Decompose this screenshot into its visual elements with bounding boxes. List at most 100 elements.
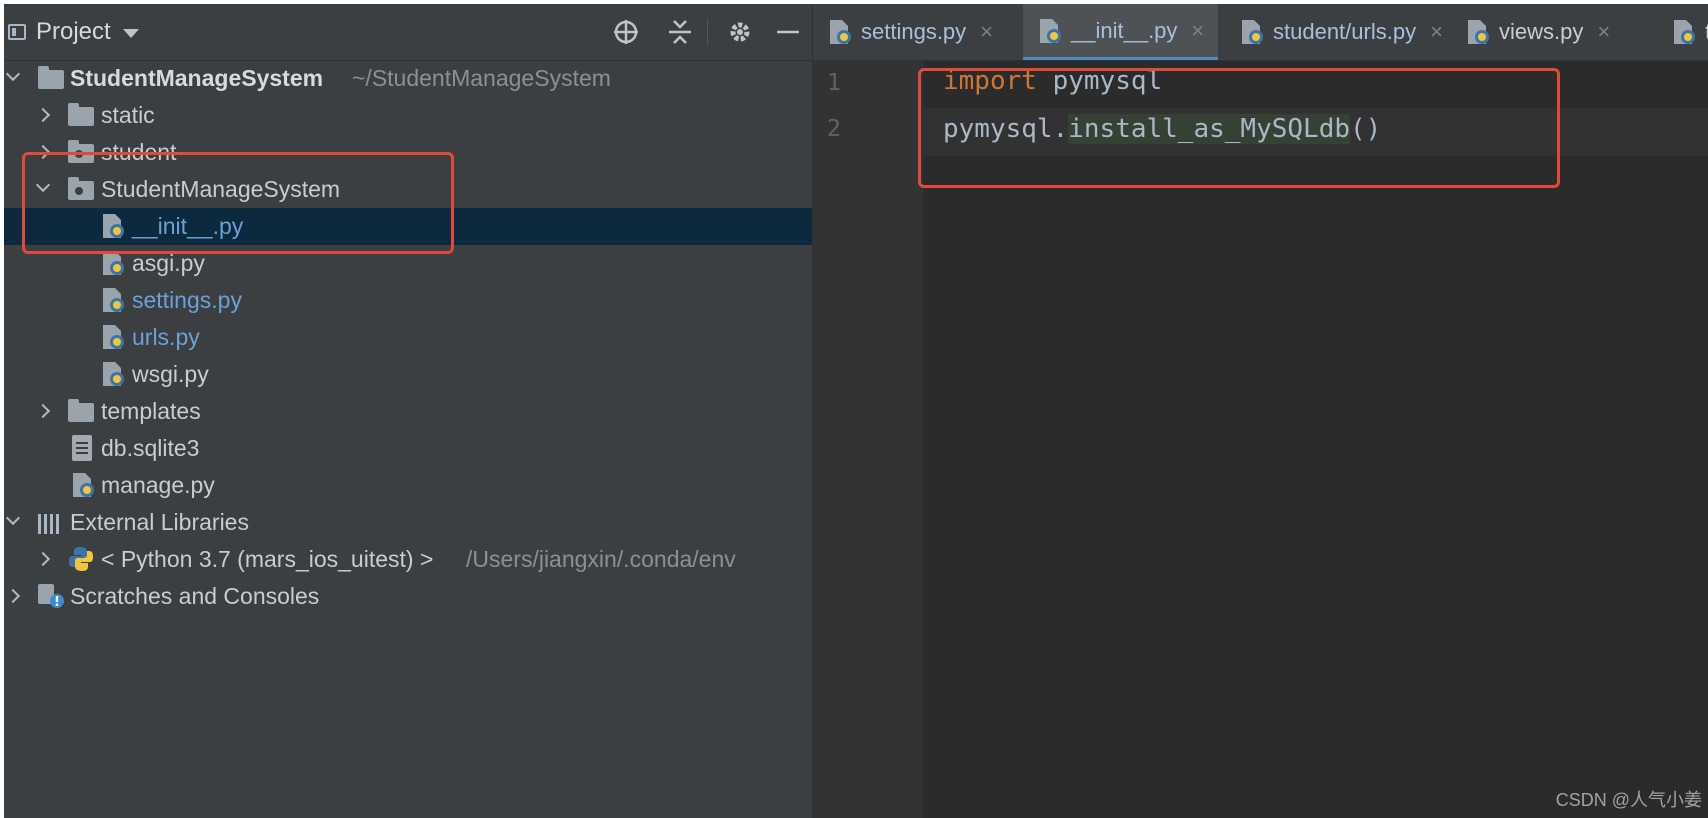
chevron-down-icon — [5, 510, 21, 526]
tree-item-student[interactable]: student — [4, 134, 812, 171]
tab-settings-py[interactable]: settings.py × — [827, 4, 993, 60]
tree-item-python-sdk[interactable]: < Python 3.7 (mars_ios_uitest) > /Users/… — [4, 541, 812, 578]
project-panel-title: Project — [36, 18, 111, 45]
keyword-token: import — [943, 66, 1037, 96]
settings-button[interactable] — [726, 18, 754, 46]
tree-item-urls-py[interactable]: urls.py — [4, 319, 812, 356]
tree-item-label: static — [101, 102, 155, 128]
tree-item-external-libraries[interactable]: External Libraries — [4, 504, 812, 541]
function-call-token: install_as_MySQLdb — [1068, 114, 1350, 144]
chevron-down-icon — [35, 177, 51, 193]
folder-icon — [38, 66, 64, 89]
python-file-icon — [73, 473, 94, 497]
code-line-2[interactable]: pymysql.install_as_MySQLdb() — [943, 114, 1381, 144]
tree-item-label: asgi.py — [132, 250, 205, 276]
tree-item-scratches[interactable]: Scratches and Consoles — [4, 578, 812, 615]
tree-item-templates[interactable]: templates — [4, 393, 812, 430]
tree-item-settings-py[interactable]: settings.py — [4, 282, 812, 319]
chevron-down-icon — [5, 66, 21, 82]
tree-item-path: ~/StudentManageSystem — [352, 65, 611, 91]
code-line-1[interactable]: import pymysql — [943, 66, 1162, 96]
tab-init-py[interactable]: __init__.py × — [1023, 4, 1219, 60]
project-window-icon — [8, 24, 26, 40]
scratch-icon — [38, 584, 64, 608]
tree-item-path: /Users/jiangxin/.conda/env — [466, 546, 736, 572]
python-logo-icon — [69, 547, 93, 571]
crosshair-icon — [614, 20, 638, 44]
tree-item-db-sqlite3[interactable]: db.sqlite3 — [4, 430, 812, 467]
tree-item-manage-py[interactable]: manage.py — [4, 467, 812, 504]
code-token: pymysql — [1036, 66, 1163, 96]
tree-item-label: < Python 3.7 (mars_ios_uitest) > — [101, 546, 434, 572]
project-panel: Project StudentManageSystem ~/StudentMan… — [4, 4, 813, 818]
editor-tab-bar: settings.py × __init__.py × student/urls… — [813, 4, 1708, 61]
tab-label: student/urls.py — [1273, 19, 1417, 44]
package-folder-icon — [68, 140, 94, 163]
python-file-icon — [1040, 18, 1061, 43]
tab-views-py[interactable]: views.py × — [1465, 4, 1610, 60]
python-file-icon — [103, 214, 124, 238]
tree-item-label: StudentManageSystem — [101, 176, 341, 202]
tree-item-studentmanagesystem[interactable]: StudentManageSystem — [4, 171, 812, 208]
tree-item-wsgi-py[interactable]: wsgi.py — [4, 356, 812, 393]
line-number: 2 — [827, 116, 841, 142]
tree-item-label: StudentManageSystem — [70, 65, 324, 91]
tree-item-label: wsgi.py — [132, 361, 209, 387]
ide-window: Project StudentManageSystem ~/StudentMan… — [4, 4, 1708, 818]
tree-item-static[interactable]: static — [4, 97, 812, 134]
python-file-icon — [1674, 20, 1695, 44]
python-file-icon — [103, 362, 124, 386]
chevron-right-icon — [35, 551, 51, 567]
python-file-icon — [103, 325, 124, 349]
chevron-down-icon — [122, 28, 139, 38]
toolbar-divider — [707, 18, 708, 46]
collapse-icon — [669, 20, 691, 44]
code-area[interactable]: import pymysql pymysql.install_as_MySQLd… — [923, 60, 1708, 818]
tree-item-root[interactable]: StudentManageSystem ~/StudentManageSyste… — [4, 60, 812, 97]
python-file-icon — [830, 20, 851, 44]
tree-item-label: __init__.py — [132, 213, 244, 239]
code-token: () — [1350, 114, 1382, 144]
tree-item-label: student — [101, 139, 177, 165]
tree-item-label: settings.py — [132, 287, 242, 313]
tree-item-asgi-py[interactable]: asgi.py — [4, 245, 812, 282]
tab-truncated[interactable]: te — [1671, 4, 1708, 60]
python-file-icon — [1468, 20, 1489, 44]
collapse-all-button[interactable] — [666, 18, 694, 46]
chevron-right-icon — [35, 107, 51, 123]
tab-label: views.py — [1499, 19, 1584, 44]
close-icon[interactable]: × — [1191, 18, 1204, 44]
folder-icon — [68, 399, 94, 422]
minus-icon — [777, 30, 799, 34]
editor-pane: settings.py × __init__.py × student/urls… — [813, 4, 1708, 818]
python-file-icon — [103, 251, 124, 275]
close-icon[interactable]: × — [1597, 19, 1610, 45]
chevron-right-icon — [35, 144, 51, 160]
tree-item-label: urls.py — [132, 324, 200, 350]
python-file-icon — [103, 288, 124, 312]
line-number: 1 — [827, 70, 841, 96]
package-folder-icon — [68, 177, 94, 200]
tree-item-label: db.sqlite3 — [101, 435, 200, 461]
library-icon — [38, 512, 64, 534]
watermark: CSDN @人气小姜 — [1555, 790, 1702, 810]
gear-icon — [730, 22, 750, 42]
hide-panel-button[interactable] — [774, 18, 802, 46]
tab-student-urls-py[interactable]: student/urls.py × — [1239, 4, 1443, 60]
tree-item-label: Scratches and Consoles — [70, 583, 320, 609]
close-icon[interactable]: × — [980, 19, 993, 45]
tab-label: __init__.py — [1071, 17, 1178, 43]
tree-item-label: templates — [101, 398, 201, 424]
locate-file-button[interactable] — [612, 18, 640, 46]
line-number-gutter: 1 2 — [813, 60, 923, 818]
chevron-right-icon — [5, 588, 21, 604]
project-view-selector[interactable]: Project — [8, 18, 139, 46]
close-icon[interactable]: × — [1430, 19, 1443, 45]
text-file-icon — [72, 435, 92, 461]
folder-icon — [68, 103, 94, 126]
tree-item-init-py[interactable]: __init__.py — [4, 208, 812, 245]
python-file-icon — [1242, 20, 1263, 44]
project-toolbar: Project — [4, 4, 812, 61]
chevron-right-icon — [35, 403, 51, 419]
tree-item-label: External Libraries — [70, 509, 249, 535]
